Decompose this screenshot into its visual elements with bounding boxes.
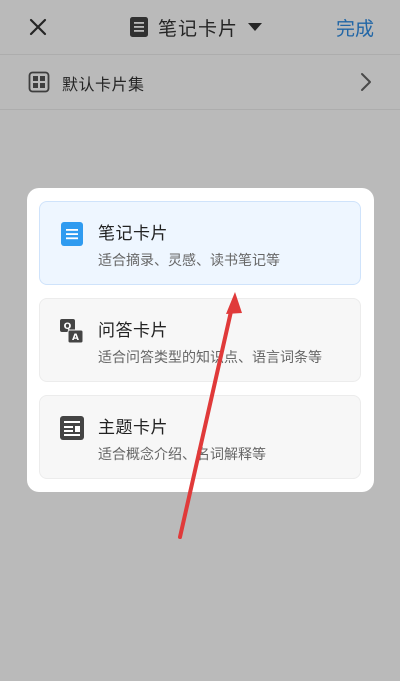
option-title: 问答卡片 — [98, 321, 168, 341]
svg-text:A: A — [72, 333, 79, 343]
option-note-card[interactable]: 笔记卡片 适合摘录、灵感、读书笔记等 — [39, 201, 361, 285]
option-title: 笔记卡片 — [98, 224, 168, 244]
option-description: 适合问答类型的知识点、语言词条等 — [98, 350, 322, 366]
option-description: 适合摘录、灵感、读书笔记等 — [98, 253, 280, 269]
topic-icon — [60, 416, 84, 440]
option-topic-card[interactable]: 主题卡片 适合概念介绍、名词解释等 — [39, 395, 361, 479]
card-type-picker: 笔记卡片 适合摘录、灵感、读书笔记等 Q A 问答卡片 适合问答类型的知识点、语… — [27, 188, 374, 492]
qa-icon: Q A — [60, 319, 84, 343]
note-doc-icon — [61, 222, 83, 246]
option-qa-card[interactable]: Q A 问答卡片 适合问答类型的知识点、语言词条等 — [39, 298, 361, 382]
option-title: 主题卡片 — [98, 418, 168, 438]
card-creation-screen: 笔记卡片 完成 默认卡片集 笔记卡片 适合摘录、灵感、读书笔记等 Q A 问答卡… — [0, 0, 400, 681]
option-description: 适合概念介绍、名词解释等 — [98, 447, 266, 463]
